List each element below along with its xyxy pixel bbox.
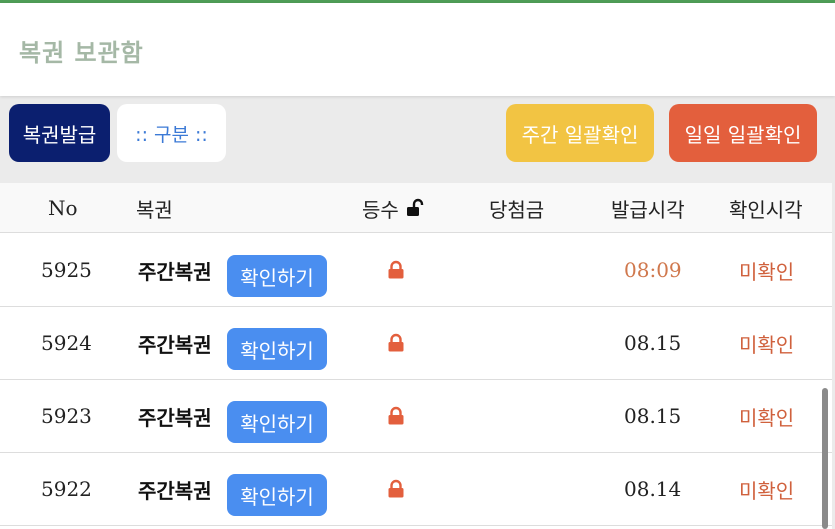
table-row: 5922 주간복권 확인하기 08.14 미확인 <box>0 453 832 526</box>
lottery-name: 주간복권 <box>138 259 212 284</box>
column-header-no: No <box>48 196 78 220</box>
lottery-table: No 복권 등수 당첨금 발급시각 확인시각 5925 주간복권 확인하기 08… <box>0 183 832 529</box>
issue-lottery-button[interactable]: 복권발급 <box>9 104 110 162</box>
lock-icon <box>387 307 405 379</box>
daily-confirm-all-button[interactable]: 일일 일괄확인 <box>669 104 817 162</box>
check-button[interactable]: 확인하기 <box>227 401 327 443</box>
column-header-checked-time: 확인시각 <box>729 197 803 222</box>
table-row: 5923 주간복권 확인하기 08.15 미확인 <box>0 380 832 453</box>
weekly-confirm-all-button[interactable]: 주간 일괄확인 <box>506 104 654 162</box>
lottery-name: 주간복권 <box>138 478 212 503</box>
check-button[interactable]: 확인하기 <box>227 328 327 370</box>
check-button[interactable]: 확인하기 <box>227 474 327 516</box>
column-header-rank-label: 등수 <box>362 197 399 222</box>
row-number: 5923 <box>41 404 92 428</box>
issued-time: 08.14 <box>624 477 682 501</box>
check-button[interactable]: 확인하기 <box>227 255 327 297</box>
lottery-name: 주간복권 <box>138 405 212 430</box>
column-header-rank[interactable]: 등수 <box>362 183 425 233</box>
lock-icon <box>387 234 405 306</box>
lock-icon <box>387 380 405 452</box>
table-row: 5925 주간복권 확인하기 08:09 미확인 <box>0 234 832 307</box>
row-number: 5925 <box>41 258 92 282</box>
row-number: 5924 <box>41 331 92 355</box>
header-bar: 복권 보관함 <box>0 3 835 96</box>
issued-time: 08.15 <box>624 331 682 355</box>
table-row: 5924 주간복권 확인하기 08.15 미확인 <box>0 307 832 380</box>
unlock-icon[interactable] <box>405 198 425 218</box>
lock-icon <box>387 453 405 525</box>
status-text: 미확인 <box>739 259 795 284</box>
status-text: 미확인 <box>739 478 795 503</box>
status-text: 미확인 <box>739 405 795 430</box>
category-select[interactable]: :: 구분 :: <box>117 104 226 162</box>
issued-time: 08.15 <box>624 404 682 428</box>
column-header-lottery: 복권 <box>136 197 173 222</box>
lottery-name: 주간복권 <box>138 332 212 357</box>
issued-time: 08:09 <box>624 258 682 282</box>
column-header-prize: 당첨금 <box>489 197 545 222</box>
page-title: 복권 보관함 <box>19 39 144 67</box>
column-header-issued-time: 발급시각 <box>611 197 685 222</box>
table-header: No 복권 등수 당첨금 발급시각 확인시각 <box>0 183 832 233</box>
status-text: 미확인 <box>739 332 795 357</box>
row-number: 5922 <box>41 477 92 501</box>
scrollbar[interactable] <box>822 388 828 529</box>
